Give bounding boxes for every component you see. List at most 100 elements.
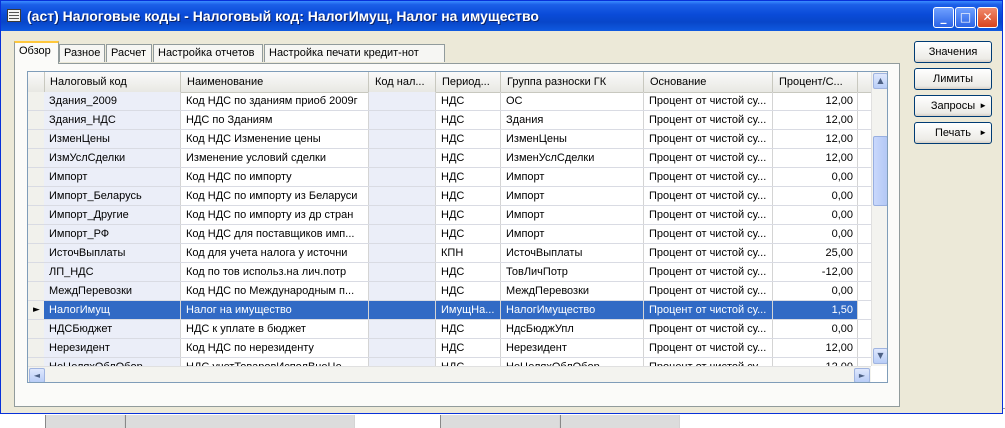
scroll-up-icon[interactable]: ▲ (873, 73, 887, 89)
cell-tax-code[interactable]: НалогИмущ (44, 301, 181, 319)
cell-name[interactable]: Код НДС по импорту из Беларуси (181, 187, 369, 205)
vertical-scroll-thumb[interactable] (873, 136, 887, 206)
cell-basis[interactable]: Процент от чистой су... (644, 111, 773, 129)
cell-name[interactable]: НДС к уплате в бюджет (181, 320, 369, 338)
cell-percent[interactable]: 12,00 (773, 130, 858, 148)
cell-gl-posting-group[interactable]: НдсБюджУпл (501, 320, 644, 338)
cell-basis[interactable]: Процент от чистой су... (644, 263, 773, 281)
cell-basis[interactable]: Процент от чистой су... (644, 339, 773, 357)
cell-name[interactable]: Код НДС по импорту (181, 168, 369, 186)
cell-period[interactable]: НДС (436, 225, 501, 243)
table-row[interactable]: НДСБюджет НДС к уплате в бюджет НДС НдсБюдж… (28, 320, 871, 339)
close-button[interactable]: ✕ (977, 7, 998, 28)
cell-name[interactable]: Код по тов использ.на лич.потр (181, 263, 369, 281)
table-row[interactable]: Здания_НДС НДС по Зданиям НДС Здания Процент… (28, 111, 871, 130)
cell-period[interactable]: ИмущНа... (436, 301, 501, 319)
minimize-button[interactable]: _ (933, 7, 954, 28)
cell-name[interactable]: НДС по Зданиям (181, 111, 369, 129)
table-row[interactable]: Здания_2009 Код НДС по зданиям приоб 2009… (28, 92, 871, 111)
cell-tax-code-short[interactable] (369, 225, 436, 243)
cell-gl-posting-group[interactable]: ТовЛичПотр (501, 263, 644, 281)
cell-tax-code[interactable]: НДСБюджет (44, 320, 181, 338)
cell-tax-code[interactable]: МеждПеревозки (44, 282, 181, 300)
cell-tax-code-short[interactable] (369, 263, 436, 281)
column-header-percent[interactable]: Процент/С... (773, 72, 858, 92)
cell-basis[interactable]: Процент от чистой су... (644, 149, 773, 167)
cell-percent[interactable]: 0,00 (773, 187, 858, 205)
tab-overview[interactable]: Обзор (14, 41, 59, 64)
table-row[interactable]: Нерезидент Код НДС по нерезиденту НДС Нерез… (28, 339, 871, 358)
scroll-left-icon[interactable]: ◄ (29, 368, 45, 382)
header-row-selector[interactable] (28, 72, 45, 92)
cell-percent[interactable]: 12,00 (773, 111, 858, 129)
cell-gl-posting-group[interactable]: Здания (501, 111, 644, 129)
table-row[interactable]: Импорт_РФ Код НДС для поставщиков имп... Н… (28, 225, 871, 244)
cell-tax-code-short[interactable] (369, 339, 436, 357)
horizontal-scrollbar[interactable]: ◄ ► (28, 366, 871, 382)
cell-tax-code[interactable]: Нерезидент (44, 339, 181, 357)
cell-period[interactable]: НДС (436, 92, 501, 110)
table-row[interactable]: Импорт Код НДС по импорту НДС Импорт Процент… (28, 168, 871, 187)
cell-basis[interactable]: Процент от чистой су... (644, 130, 773, 148)
cell-gl-posting-group[interactable]: ОС (501, 92, 644, 110)
cell-tax-code-short[interactable] (369, 282, 436, 300)
cell-period[interactable]: НДС (436, 130, 501, 148)
queries-button[interactable]: Запросы ► (914, 95, 992, 117)
cell-gl-posting-group[interactable]: ИсточВыплаты (501, 244, 644, 262)
cell-gl-posting-group[interactable]: Нерезидент (501, 339, 644, 357)
cell-tax-code-short[interactable] (369, 130, 436, 148)
tab-misc[interactable]: Разное (59, 44, 105, 62)
tax-codes-grid[interactable]: Налоговый код Наименование Код нал... Пе… (27, 71, 888, 383)
cell-tax-code-short[interactable] (369, 301, 436, 319)
print-button[interactable]: Печать ► (914, 122, 992, 144)
cell-percent[interactable]: 0,00 (773, 282, 858, 300)
cell-period[interactable]: НДС (436, 187, 501, 205)
form-icon[interactable] (7, 9, 21, 22)
cell-gl-posting-group[interactable]: ИзменУслСделки (501, 149, 644, 167)
cell-name[interactable]: Код НДС по Международным п... (181, 282, 369, 300)
cell-percent[interactable]: 0,00 (773, 320, 858, 338)
table-row[interactable]: МеждПеревозки Код НДС по Международным п.… (28, 282, 871, 301)
cell-percent[interactable]: 25,00 (773, 244, 858, 262)
table-row[interactable]: Импорт_Другие Код НДС по импорту из др ст… (28, 206, 871, 225)
cell-gl-posting-group[interactable]: Импорт (501, 206, 644, 224)
cell-basis[interactable]: Процент от чистой су... (644, 320, 773, 338)
cell-percent[interactable]: 12,00 (773, 149, 858, 167)
tab-credit-note-print-settings[interactable]: Настройка печати кредит-нот (264, 44, 445, 62)
cell-name[interactable]: Код для учета налога у источни (181, 244, 369, 262)
cell-percent[interactable]: 1,50 (773, 301, 858, 319)
cell-name[interactable]: Код НДС по импорту из др стран (181, 206, 369, 224)
cell-tax-code-short[interactable] (369, 92, 436, 110)
cell-tax-code[interactable]: Импорт_Другие (44, 206, 181, 224)
cell-tax-code-short[interactable] (369, 244, 436, 262)
cell-percent[interactable]: 0,00 (773, 206, 858, 224)
cell-basis[interactable]: Процент от чистой су... (644, 187, 773, 205)
cell-name[interactable]: Изменение условий сделки (181, 149, 369, 167)
cell-period[interactable]: НДС (436, 263, 501, 281)
cell-name[interactable]: Налог на имущество (181, 301, 369, 319)
cell-basis[interactable]: Процент от чистой су... (644, 282, 773, 300)
values-button[interactable]: Значения (914, 41, 992, 63)
cell-basis[interactable]: Процент от чистой су... (644, 225, 773, 243)
table-row[interactable]: НалогИмущ Налог на имущество ИмущНа... Нало… (28, 301, 871, 320)
cell-tax-code-short[interactable] (369, 168, 436, 186)
cell-period[interactable]: НДС (436, 111, 501, 129)
cell-percent[interactable]: 0,00 (773, 168, 858, 186)
cell-tax-code[interactable]: ИсточВыплаты (44, 244, 181, 262)
cell-basis[interactable]: Процент от чистой су... (644, 168, 773, 186)
column-header-name[interactable]: Наименование (181, 72, 369, 92)
cell-gl-posting-group[interactable]: МеждПеревозки (501, 282, 644, 300)
table-row[interactable]: ИсточВыплаты Код для учета налога у источ… (28, 244, 871, 263)
tab-report-settings[interactable]: Настройка отчетов (153, 44, 263, 62)
cell-gl-posting-group[interactable]: Импорт (501, 168, 644, 186)
cell-percent[interactable]: -12,00 (773, 263, 858, 281)
cell-name[interactable]: Код НДС Изменение цены (181, 130, 369, 148)
table-row[interactable]: Импорт_Беларусь Код НДС по импорту из Бел… (28, 187, 871, 206)
cell-name[interactable]: Код НДС по нерезиденту (181, 339, 369, 357)
cell-basis[interactable]: Процент от чистой су... (644, 244, 773, 262)
table-row[interactable]: ИзмУслСделки Изменение условий сделки НДС И… (28, 149, 871, 168)
column-header-tax-code-short[interactable]: Код нал... (369, 72, 436, 92)
cell-tax-code[interactable]: ЛП_НДС (44, 263, 181, 281)
cell-percent[interactable]: 12,00 (773, 92, 858, 110)
cell-percent[interactable]: 0,00 (773, 225, 858, 243)
